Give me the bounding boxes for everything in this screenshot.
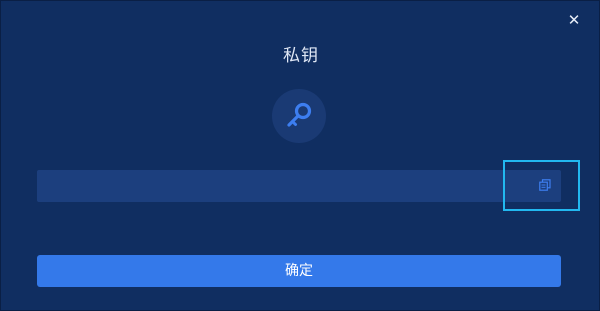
copy-icon — [539, 179, 551, 191]
private-key-field[interactable] — [37, 170, 561, 202]
private-key-dialog: ✕ 私钥 确定 — [0, 0, 600, 311]
close-icon[interactable]: ✕ — [565, 11, 583, 29]
dialog-title: 私钥 — [283, 46, 319, 66]
confirm-button[interactable]: 确定 — [37, 255, 561, 287]
copy-button[interactable] — [503, 160, 580, 211]
key-icon — [287, 102, 312, 127]
key-badge — [272, 89, 326, 143]
